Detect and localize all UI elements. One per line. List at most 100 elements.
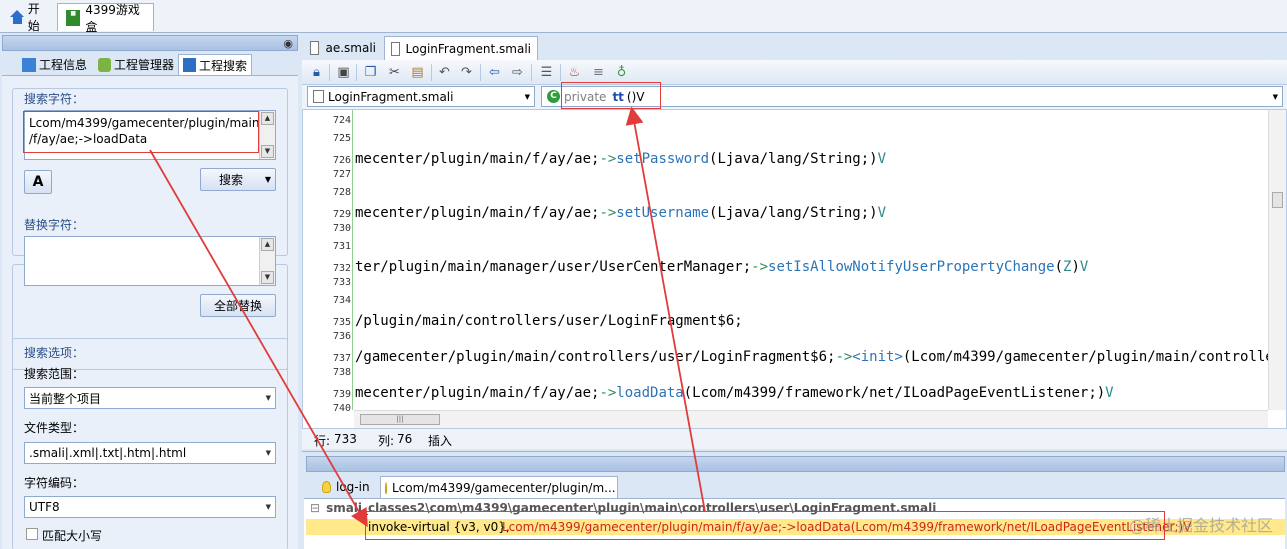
editor-toolbar: 🔒︎ ▣ ❐ ✂ ▤ ↶ ↷ ⇦ ⇨ ☰ ♨ ≡ ♁ [302, 60, 1287, 85]
tab-home-label: 开始 [27, 2, 40, 33]
annotation-box-search [23, 111, 259, 153]
code-line[interactable]: mecenter/plugin/main/f/ay/ae;->loadData(… [355, 385, 1269, 401]
eye-icon[interactable]: ◉ [283, 37, 293, 50]
file-select[interactable]: LoginFragment.smali ▼ [307, 86, 535, 107]
code-token: -> [599, 151, 617, 167]
chevron-down-icon: ▼ [1272, 93, 1278, 101]
replace-input-scrollbar[interactable]: ▲ ▼ [259, 237, 275, 285]
encoding-value: UTF8 [29, 500, 60, 514]
scroll-thumb[interactable] [1272, 192, 1283, 208]
code-token: (Lcom/m4399/gamecenter/plugin/main/contr… [902, 349, 1269, 365]
file-tab-bar: ae.smali LoginFragment.smali [302, 33, 1287, 60]
tab-home[interactable]: 开始 [2, 2, 56, 33]
font-button[interactable]: A [24, 170, 52, 194]
chevron-down-icon: ▼ [265, 394, 271, 402]
tab-label: 工程搜索 [198, 58, 247, 73]
editor-vertical-scrollbar[interactable] [1268, 110, 1286, 410]
scroll-down-icon[interactable]: ▼ [261, 271, 274, 284]
bulb-icon [385, 481, 387, 494]
scope-select[interactable]: 当前整个项目 ▼ [24, 387, 276, 409]
scope-label: 搜索范围： [24, 367, 85, 381]
code-line[interactable]: /plugin/main/controllers/user/LoginFragm… [355, 313, 1269, 329]
encoding-select[interactable]: UTF8 ▼ [24, 496, 276, 518]
file-icon [313, 90, 324, 103]
code-token: ) [1071, 259, 1080, 275]
tab-label: 工程管理器 [113, 58, 174, 72]
replace-all-label: 全部替换 [213, 299, 262, 313]
panel-header: ◉ [2, 35, 298, 51]
line-number: 735 [332, 317, 351, 328]
dropdown-arrow-icon[interactable]: ▼ [265, 175, 271, 184]
code-editor[interactable]: 724 725 726 mecenter/plugin/main/f/ay/ae;->… [302, 109, 1287, 429]
code-token: ter/plugin/main/manager/user/UserCenterM… [355, 259, 752, 275]
paste-icon[interactable]: ▤ [409, 64, 426, 81]
tab-project-search[interactable]: 工程搜索 [178, 54, 252, 75]
search-button[interactable]: 搜索 ▼ [200, 168, 276, 191]
line-number: 737 [332, 353, 351, 364]
tab-loginfragment-smali[interactable]: LoginFragment.smali [384, 36, 538, 60]
file-select-value: LoginFragment.smali [328, 89, 454, 104]
filetype-select[interactable]: .smali|.xml|.txt|.htm|.html ▼ [24, 442, 276, 464]
code-line[interactable]: mecenter/plugin/main/f/ay/ae;->setPasswo… [355, 151, 1269, 167]
scroll-up-icon[interactable]: ▲ [261, 238, 274, 251]
chevron-down-icon: ▼ [524, 93, 530, 101]
line-number: 739 [332, 389, 351, 400]
code-line[interactable]: mecenter/plugin/main/f/ay/ae;->setUserna… [355, 205, 1269, 221]
options-label: 搜索选项： [24, 346, 85, 360]
code-token: loadData [616, 385, 684, 401]
code-line[interactable]: ter/plugin/main/manager/user/UserCenterM… [355, 259, 1269, 275]
line-number: 731 [332, 241, 351, 252]
collapse-icon[interactable]: ⊟ [310, 501, 320, 515]
code-token: mecenter/plugin/main/f/ay/ae; [355, 205, 600, 221]
editor-area: ae.smali LoginFragment.smali 🔒︎ ▣ ❐ ✂ ▤ … [302, 33, 1287, 549]
code-token: (Ljava/lang/String;) [709, 205, 878, 221]
tab-log-in[interactable]: log-in [318, 476, 380, 498]
replace-label: 替换字符： [24, 218, 85, 232]
scroll-down-icon[interactable]: ▼ [261, 145, 274, 158]
format-icon[interactable]: ☰ [538, 64, 555, 81]
replace-input[interactable]: ▲ ▼ [24, 236, 276, 286]
save-icon[interactable]: ▣ [335, 64, 352, 81]
debug-icon[interactable]: ♁ [613, 64, 630, 81]
tab-4399-app[interactable]: ■ 4399游戏盒 [57, 3, 154, 34]
scroll-thumb[interactable]: ||| [360, 414, 440, 425]
code-token: -> [835, 349, 853, 365]
search-icon [183, 58, 196, 72]
back-arrow-icon[interactable]: ⇦ [486, 64, 503, 81]
lines-icon[interactable]: ≡ [590, 64, 607, 81]
forward-arrow-icon[interactable]: ⇨ [509, 64, 526, 81]
java-icon[interactable]: ♨ [566, 64, 583, 81]
line-number: 725 [332, 133, 351, 144]
copy-icon[interactable]: ❐ [362, 64, 379, 81]
bulb-icon [322, 481, 331, 493]
search-input-scrollbar[interactable]: ▲ ▼ [259, 111, 275, 159]
tab-search-result[interactable]: Lcom/m4399/gamecenter/plugin/m... [380, 476, 618, 498]
tab-app-label: 4399游戏盒 [85, 2, 140, 34]
row-label: 行: [314, 434, 331, 448]
replace-all-button[interactable]: 全部替换 [200, 294, 276, 317]
code-line[interactable]: /gamecenter/plugin/main/controllers/user… [355, 349, 1269, 365]
line-number: 733 [332, 277, 351, 288]
filetype-value: .smali|.xml|.txt|.htm|.html [29, 446, 187, 460]
editor-horizontal-scrollbar[interactable]: ||| [354, 410, 1268, 428]
match-case-checkbox[interactable] [26, 528, 38, 540]
file-icon [310, 41, 320, 55]
annotation-box-result [365, 511, 1165, 540]
line-number: 726 [332, 155, 351, 166]
tab-ae-smali[interactable]: ae.smali [304, 36, 382, 60]
tab-project-info[interactable]: 工程信息 [18, 54, 94, 75]
android-icon [98, 57, 111, 72]
redo-icon[interactable]: ↷ [458, 64, 475, 81]
chevron-down-icon: ▼ [265, 503, 271, 511]
undo-icon[interactable]: ↶ [436, 64, 453, 81]
tab-project-manager[interactable]: 工程管理器 [94, 54, 178, 75]
lock-icon[interactable]: 🔒︎ [308, 64, 325, 81]
scroll-up-icon[interactable]: ▲ [261, 112, 274, 125]
tab-label: Lcom/m4399/gamecenter/plugin/m... [392, 480, 616, 495]
line-number: 738 [332, 367, 351, 378]
app-icon: ■ [66, 9, 81, 26]
tab-label: log-in [336, 480, 370, 494]
line-number: 729 [332, 209, 351, 220]
col-label: 列: [378, 434, 395, 448]
cut-icon[interactable]: ✂ [386, 64, 403, 81]
